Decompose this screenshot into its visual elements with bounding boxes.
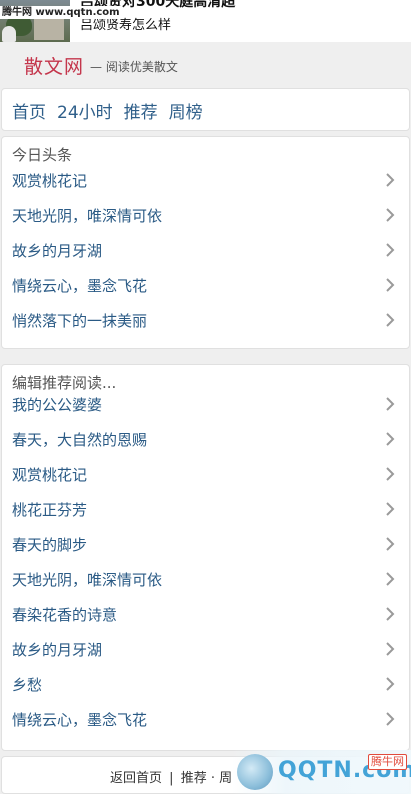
headline-item[interactable]: 情绕云心，墨念飞花 [2, 269, 409, 304]
chevron-right-icon [385, 164, 397, 199]
headline-item[interactable]: 观赏桃花记 [2, 164, 409, 199]
recommend-item-label: 我的公公婆婆 [12, 396, 103, 414]
recommend-item[interactable]: 春天，大自然的恩赐 [2, 423, 409, 458]
recommend-item[interactable]: 观赏桃花记 [2, 458, 409, 493]
footer-dot: · [210, 771, 215, 786]
recommend-item[interactable]: 春染花香的诗意 [2, 598, 409, 633]
chevron-right-icon [385, 563, 397, 598]
recommend-item-label: 春染花香的诗意 [12, 606, 118, 624]
recommend-item[interactable]: 天地光阴，唯深情可依 [2, 563, 409, 598]
recommend-item-label: 桃花正芬芳 [12, 501, 88, 519]
recommend-item[interactable]: 故乡的月牙湖 [2, 633, 409, 668]
headline-item-label: 故乡的月牙湖 [12, 242, 103, 260]
chevron-right-icon [385, 668, 397, 703]
recommend-item-label: 乡愁 [12, 676, 43, 694]
tab-weekly[interactable]: 周榜 [169, 98, 203, 123]
recommend-item-label: 故乡的月牙湖 [12, 641, 103, 659]
ad-image-building [34, 18, 64, 40]
recommend-item-label: 春天的脚步 [12, 536, 88, 554]
recommend-section: 编辑推荐阅读... 我的公公婆婆 春天，大自然的恩赐 观赏桃花记 桃花正芬芳 春天的脚步… [1, 364, 410, 751]
watermark-tag: 腾牛网 [368, 754, 407, 770]
headline-item-label: 天地光阴，唯深情可依 [12, 207, 163, 225]
watermark-top-left: 腾牛网 www.qqtn.com [0, 6, 122, 19]
chevron-right-icon [385, 304, 397, 339]
recommend-item[interactable]: 春天的脚步 [2, 528, 409, 563]
tab-24h[interactable]: 24小时 [57, 98, 113, 123]
chevron-right-icon [385, 234, 397, 269]
chevron-right-icon [385, 458, 397, 493]
headline-item[interactable]: 故乡的月牙湖 [2, 234, 409, 269]
site-slogan: — 阅读优美散文 [90, 60, 178, 74]
chevron-right-icon [385, 598, 397, 633]
chevron-right-icon [385, 633, 397, 668]
chevron-right-icon [385, 199, 397, 234]
recommend-item-label: 天地光阴，唯深情可依 [12, 571, 163, 589]
chevron-right-icon [385, 528, 397, 563]
recommend-item-label: 情绕云心，墨念飞花 [12, 711, 148, 729]
recommend-item[interactable]: 我的公公婆婆 [2, 388, 409, 423]
nav-bar: 首页 24小时 推荐 周榜 [1, 88, 410, 131]
footer-recommend-link[interactable]: 推荐 [181, 771, 207, 786]
recommend-item[interactable]: 情绕云心，墨念飞花 [2, 703, 409, 738]
recommend-item[interactable]: 乡愁 [2, 668, 409, 703]
site-logo[interactable]: 散文网 [24, 52, 84, 79]
footer-home-link[interactable]: 返回首页 [110, 771, 162, 786]
footer-weekly-link[interactable]: 周 [219, 771, 232, 786]
headline-item-label: 观赏桃花记 [12, 172, 88, 190]
chevron-right-icon [385, 703, 397, 738]
recommend-item-label: 春天，大自然的恩赐 [12, 431, 148, 449]
headline-item-label: 悄然落下的一抹美丽 [12, 312, 148, 330]
chevron-right-icon [385, 493, 397, 528]
headline-item[interactable]: 悄然落下的一抹美丽 [2, 304, 409, 339]
ad-image-person [2, 26, 16, 42]
chevron-right-icon [385, 423, 397, 458]
headline-item[interactable]: 天地光阴，唯深情可依 [2, 199, 409, 234]
recommend-item-label: 观赏桃花记 [12, 466, 88, 484]
headlines-title: 今日头条 [12, 146, 73, 164]
chevron-right-icon [385, 269, 397, 304]
ad-banner[interactable]: 吕颂贤对300天庭高清超 吕颂贤寿怎么样 腾牛网 www.qqtn.com [0, 0, 411, 42]
watermark-logo-icon [237, 754, 273, 790]
headline-item-label: 情绕云心，墨念飞花 [12, 277, 148, 295]
footer-separator: | [169, 771, 174, 786]
recommend-item[interactable]: 桃花正芬芳 [2, 493, 409, 528]
headlines-section: 今日头条 观赏桃花记天地光阴，唯深情可依 故乡的月牙湖情绕云心，墨念飞花 悄然落下的… [1, 136, 410, 349]
tab-home[interactable]: 首页 [12, 98, 46, 123]
tab-recommend[interactable]: 推荐 [124, 98, 158, 123]
chevron-right-icon [385, 388, 397, 423]
site-header: 散文网 — 阅读优美散文 [0, 42, 411, 90]
watermark-bottom-right: QQTN.com 腾牛网 [232, 750, 411, 794]
